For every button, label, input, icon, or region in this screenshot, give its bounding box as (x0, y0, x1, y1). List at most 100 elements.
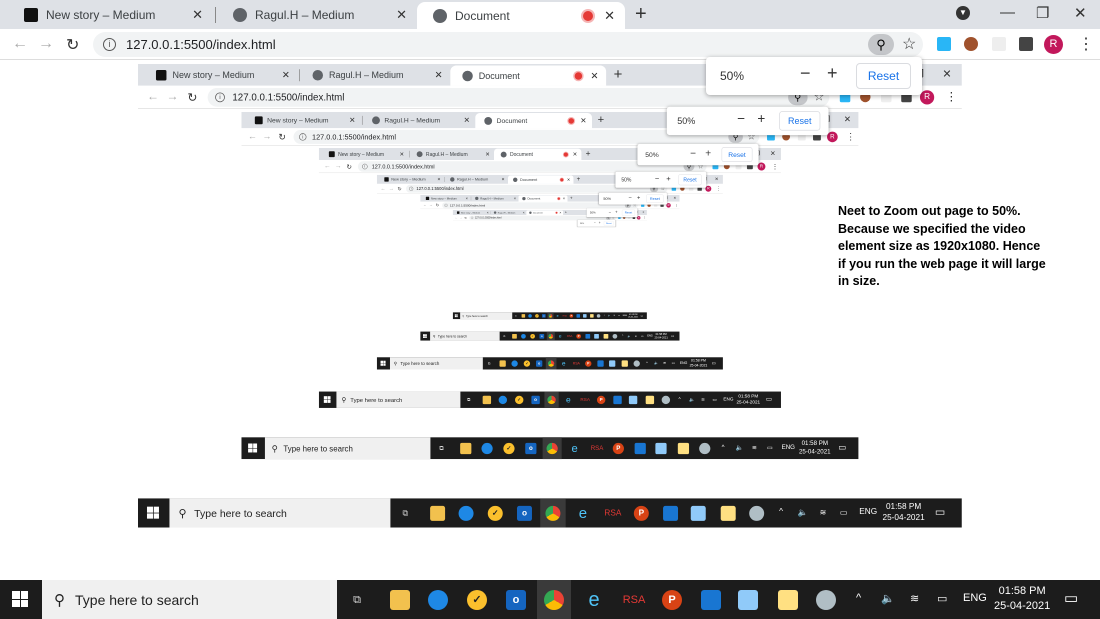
show-hidden-icons[interactable]: ^ (622, 334, 623, 337)
close-tab-icon[interactable]: ✕ (573, 151, 578, 158)
file-explorer-icon[interactable] (521, 314, 526, 318)
tab-document[interactable]: Document ✕ (417, 2, 625, 29)
tab-new-story[interactable]: New story – Medium ✕ (8, 0, 213, 29)
clock[interactable]: 01:58 PM 25-04-2021 (883, 501, 925, 523)
info-icon[interactable]: i (444, 203, 448, 207)
internet-explorer-icon[interactable]: e (556, 314, 560, 318)
close-tab-icon[interactable]: ✕ (487, 211, 489, 214)
close-tab-icon[interactable]: ✕ (396, 7, 407, 23)
edge-icon[interactable] (458, 505, 474, 521)
new-tab-button[interactable]: + (586, 149, 591, 159)
menu-icon[interactable]: ⋮ (643, 216, 646, 220)
back-button[interactable]: ← (423, 203, 427, 207)
close-tab-icon[interactable]: ✕ (514, 196, 517, 200)
chrome-icon[interactable] (545, 505, 561, 521)
rsa-icon[interactable]: RSA (589, 443, 605, 454)
tab-ragul-medium[interactable]: Ragul.H – Medium ✕ (410, 148, 494, 160)
windows-start-icon[interactable] (248, 443, 258, 453)
zoom-in-button[interactable]: + (705, 147, 711, 159)
info-icon[interactable]: i (215, 92, 225, 103)
close-tab-icon[interactable]: ✕ (282, 69, 290, 81)
extension-icon[interactable] (992, 37, 1006, 51)
zoom-out-button[interactable]: − (690, 147, 696, 159)
info-icon[interactable]: i (409, 186, 414, 191)
paint-icon[interactable] (612, 333, 618, 339)
tab-ragul-medium[interactable]: Ragul.H – Medium ✕ (445, 175, 508, 184)
close-tab-icon[interactable]: ✕ (349, 116, 355, 125)
norton-icon[interactable]: ✓ (535, 314, 539, 318)
norton-icon[interactable]: ✓ (487, 505, 503, 521)
chrome-icon[interactable] (547, 360, 555, 367)
volume-icon[interactable]: 🔈 (654, 361, 658, 365)
paint-icon[interactable] (596, 314, 601, 318)
notification-icon[interactable]: ▭ (671, 334, 674, 338)
reload-button[interactable]: ↻ (66, 35, 79, 55)
wifi-icon[interactable]: ≋ (635, 334, 637, 338)
tab-new-story[interactable]: New story – Medium ✕ (422, 195, 470, 202)
reset-zoom-button[interactable]: Reset (646, 194, 664, 203)
close-tab-icon[interactable]: ✕ (435, 69, 443, 81)
menu-icon[interactable]: ⋮ (846, 131, 855, 142)
notepad-icon[interactable] (609, 360, 616, 367)
tab-document[interactable]: Document ✕ (493, 148, 582, 161)
menu-icon[interactable]: ⋮ (716, 185, 721, 191)
tab-new-story[interactable]: New story – Medium ✕ (379, 175, 444, 184)
task-view-icon[interactable]: ⧉ (398, 506, 413, 521)
new-tab-button[interactable]: + (635, 3, 647, 26)
reload-button[interactable]: ↻ (464, 216, 466, 220)
windows-start-icon[interactable] (323, 396, 331, 403)
volume-icon[interactable]: 🔈 (798, 507, 808, 517)
tab-new-story[interactable]: New story – Medium ✕ (246, 112, 361, 128)
norton-icon[interactable]: ✓ (467, 590, 487, 610)
outlook-icon[interactable]: o (506, 590, 526, 610)
tab-ragul-medium[interactable]: Ragul.H – Medium ✕ (471, 195, 518, 202)
close-tab-icon[interactable]: ✕ (465, 196, 468, 200)
menu-icon[interactable]: ⋮ (772, 162, 779, 170)
zoom-in-button[interactable]: + (599, 221, 601, 225)
outlook-icon[interactable]: o (516, 505, 532, 521)
rsa-icon[interactable]: RSA (566, 334, 573, 339)
avatar[interactable]: R (666, 203, 671, 208)
language-indicator[interactable]: ENG (623, 314, 627, 316)
python-idle-icon[interactable] (677, 442, 690, 455)
reset-zoom-button[interactable]: Reset (603, 221, 614, 226)
close-tab-icon[interactable]: ✕ (590, 70, 598, 82)
language-indicator[interactable]: ENG (963, 592, 987, 604)
taskbar-search[interactable]: ⚲ Type here to search (460, 312, 513, 320)
file-explorer-icon[interactable] (482, 395, 492, 405)
outlook-icon[interactable]: o (539, 333, 545, 339)
minimize-button[interactable]: — (1000, 4, 1015, 21)
edge-icon[interactable] (498, 395, 508, 405)
volume-icon[interactable]: 🔈 (736, 444, 744, 452)
reload-button[interactable]: ↻ (278, 132, 286, 143)
avatar[interactable]: R (1044, 35, 1063, 54)
taskbar-search[interactable]: ⚲ Type here to search (389, 357, 483, 370)
language-indicator[interactable]: ENG (782, 444, 795, 451)
norton-icon[interactable]: ✓ (515, 395, 524, 405)
file-explorer-icon[interactable] (512, 333, 517, 339)
edge-icon[interactable] (521, 333, 526, 339)
notepad-icon[interactable] (738, 590, 758, 610)
internet-explorer-icon[interactable]: e (561, 360, 567, 366)
new-tab-button[interactable]: + (614, 66, 623, 83)
volume-icon[interactable]: 🔈 (881, 592, 895, 605)
extension-icon[interactable] (937, 37, 951, 51)
powerpoint-icon[interactable]: P (569, 314, 574, 318)
python-idle-icon[interactable] (778, 590, 798, 610)
vscode-icon[interactable] (634, 442, 646, 455)
close-tab-icon[interactable]: ✕ (464, 116, 470, 125)
new-tab-button[interactable]: + (570, 196, 573, 201)
internet-explorer-icon[interactable]: e (564, 396, 572, 404)
close-window-button[interactable]: ✕ (942, 67, 951, 81)
chrome-icon[interactable] (547, 395, 556, 405)
reload-button[interactable]: ↻ (398, 186, 402, 192)
volume-icon[interactable]: 🔈 (628, 334, 631, 338)
notepad-icon[interactable] (583, 314, 587, 318)
forward-button[interactable]: → (389, 186, 394, 192)
internet-explorer-icon[interactable]: e (584, 590, 604, 610)
wifi-icon[interactable]: ≋ (820, 507, 827, 517)
taskbar-search[interactable]: ⚲ Type here to search (336, 391, 461, 408)
outlook-icon[interactable]: o (525, 442, 537, 455)
cookie-extension-icon[interactable] (964, 37, 978, 51)
info-icon[interactable]: i (103, 38, 116, 51)
